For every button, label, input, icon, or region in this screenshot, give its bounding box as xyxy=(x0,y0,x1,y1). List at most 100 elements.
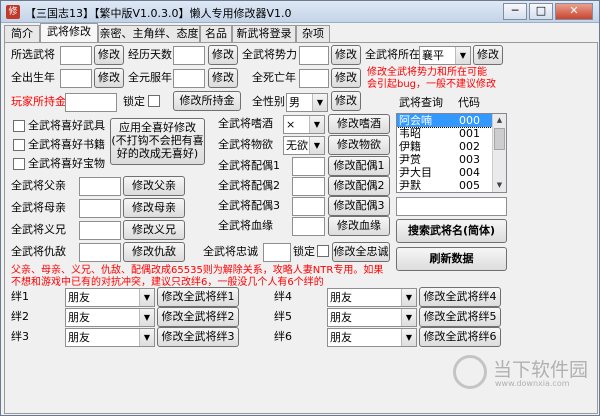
all-gender-label: 全性别 xyxy=(252,95,285,108)
modify-money-button[interactable]: 修改所持金 xyxy=(173,91,241,111)
all-location-select[interactable]: 襄平 ▼ xyxy=(419,46,471,65)
tab-new-general[interactable]: 新武将登录 xyxy=(232,25,296,43)
maximize-button[interactable]: □ xyxy=(529,3,553,20)
bond1-select[interactable]: 朋友 ▼ xyxy=(65,288,155,307)
coming-of-age-modify-button[interactable]: 修改 xyxy=(208,68,238,88)
loyalty-lock-checkbox[interactable] xyxy=(317,245,329,257)
bond4-select[interactable]: 朋友 ▼ xyxy=(327,288,417,307)
modify-bond5-button[interactable]: 修改全武将绊5 xyxy=(419,307,501,327)
modify-sworn-button[interactable]: 修改义兄 xyxy=(123,220,185,240)
modify-father-button[interactable]: 修改父亲 xyxy=(123,176,185,196)
sworn-input[interactable] xyxy=(79,221,121,240)
list-item[interactable]: 尹大目 004 xyxy=(397,166,506,179)
list-item-code: 001 xyxy=(459,127,480,140)
modify-desire-button[interactable]: 修改物欲 xyxy=(328,135,390,155)
tab-general-edit[interactable]: 武将修改 xyxy=(40,23,98,43)
death-year-modify-button[interactable]: 修改 xyxy=(331,68,361,88)
tab-treasures[interactable]: 名品 xyxy=(200,25,232,43)
selected-general-input[interactable] xyxy=(60,46,92,65)
chevron-down-icon: ▼ xyxy=(309,137,324,154)
force-warning-line-1: 修改全武将势力和所在可能 xyxy=(367,67,487,78)
mother-input[interactable] xyxy=(79,199,121,218)
mother-label: 全武将母亲 xyxy=(11,201,66,214)
player-money-input[interactable] xyxy=(65,93,117,112)
window-title: 【三国志13】【繁中版V1.0.3.0】懒人专用修改器V1.0 xyxy=(25,7,292,20)
modify-bond4-button[interactable]: 修改全武将绊4 xyxy=(419,287,501,307)
scroll-up-icon[interactable]: ▲ xyxy=(493,114,506,127)
modify-bond2-button[interactable]: 修改全武将绊2 xyxy=(157,307,239,327)
bond5-select[interactable]: 朋友 ▼ xyxy=(327,308,417,327)
bond2-select[interactable]: 朋友 ▼ xyxy=(65,308,155,327)
modify-spouse3-button[interactable]: 修改配偶3 xyxy=(328,196,390,216)
bond3-select[interactable]: 朋友 ▼ xyxy=(65,328,155,347)
hobby-book-checkbox[interactable] xyxy=(13,139,25,151)
list-item[interactable]: 尹赏 003 xyxy=(397,153,506,166)
list-scrollbar[interactable]: ▲ ▼ xyxy=(492,114,506,192)
player-money-lock-checkbox[interactable] xyxy=(148,95,160,107)
addiction-select[interactable]: × ▼ xyxy=(283,115,325,134)
lookup-name-header: 武将查询 xyxy=(399,96,443,109)
modify-enemy-button[interactable]: 修改仇敌 xyxy=(123,242,185,262)
close-button[interactable]: ✕ xyxy=(555,3,593,20)
search-general-button[interactable]: 搜索武将名(简体) xyxy=(396,219,507,243)
loyalty-input[interactable] xyxy=(263,243,291,262)
tab-misc[interactable]: 杂项 xyxy=(296,25,330,43)
refresh-data-button[interactable]: 刷新数据 xyxy=(396,247,507,271)
all-gender-modify-button[interactable]: 修改 xyxy=(331,91,361,111)
hobby-treasure-checkbox[interactable] xyxy=(13,158,25,170)
spouse1-input[interactable] xyxy=(292,157,325,176)
list-item-name: 尹大目 xyxy=(399,166,432,179)
scroll-thumb[interactable] xyxy=(494,128,505,150)
enemy-input[interactable] xyxy=(79,243,121,262)
spouse3-label: 全武将配偶3 xyxy=(218,199,280,212)
hobby-weapon-checkbox[interactable] xyxy=(13,120,25,132)
modify-bond6-button[interactable]: 修改全武将绊6 xyxy=(419,327,501,347)
list-item[interactable]: 阿会喃 000 xyxy=(397,114,506,128)
list-item-name: 尹赏 xyxy=(399,153,421,166)
main-window: 修 【三国志13】【繁中版V1.0.3.0】懒人专用修改器V1.0 ─ □ ✕ … xyxy=(0,0,600,416)
modify-spouse1-button[interactable]: 修改配偶1 xyxy=(328,156,390,176)
death-year-input[interactable] xyxy=(299,69,329,88)
all-location-modify-button[interactable]: 修改 xyxy=(473,45,503,65)
chevron-down-icon: ▼ xyxy=(401,289,416,306)
modify-mother-button[interactable]: 修改母亲 xyxy=(123,198,185,218)
tab-intro[interactable]: 简介 xyxy=(4,25,40,43)
modify-bond1-button[interactable]: 修改全武将绊1 xyxy=(157,287,239,307)
list-item-code: 002 xyxy=(459,140,480,153)
modify-spouse2-button[interactable]: 修改配偶2 xyxy=(328,176,390,196)
bloodline-input[interactable] xyxy=(292,217,325,236)
tab-intimacy[interactable]: 亲密、主角绊、态度 xyxy=(98,25,200,43)
general-lookup-list[interactable]: 阿会喃 000 韦昭 001 伊籍 002 尹赏 003 尹大目 004 尹默 005 ▲ … xyxy=(396,113,507,193)
list-item[interactable]: 韦昭 001 xyxy=(397,127,506,140)
modify-bond3-button[interactable]: 修改全武将绊3 xyxy=(157,327,239,347)
father-input[interactable] xyxy=(79,177,121,196)
bond6-select[interactable]: 朋友 ▼ xyxy=(327,328,417,347)
bond3-label: 绊3 xyxy=(11,330,29,343)
modify-bloodline-button[interactable]: 修改血缘 xyxy=(328,216,390,236)
spouse1-label: 全武将配偶1 xyxy=(218,159,280,172)
list-item[interactable]: 伊籍 002 xyxy=(397,140,506,153)
father-label: 全武将父亲 xyxy=(11,179,66,192)
all-force-input[interactable] xyxy=(299,46,329,65)
experience-days-input[interactable] xyxy=(173,46,205,65)
all-force-modify-button[interactable]: 修改 xyxy=(331,45,361,65)
scroll-down-icon[interactable]: ▼ xyxy=(493,179,506,192)
minimize-button[interactable]: ─ xyxy=(503,3,527,20)
apply-hobby-button[interactable]: 应用全喜好修改 (不打钩不会把有喜好的改成无喜好) xyxy=(110,118,205,165)
selected-general-modify-button[interactable]: 修改 xyxy=(94,45,124,65)
chevron-down-icon: ▼ xyxy=(139,329,154,346)
desire-label: 全武将物欲 xyxy=(218,138,273,151)
lookup-search-input[interactable] xyxy=(396,197,507,216)
all-gender-select[interactable]: 男 ▼ xyxy=(286,93,328,112)
birth-year-modify-button[interactable]: 修改 xyxy=(94,68,124,88)
experience-days-modify-button[interactable]: 修改 xyxy=(208,45,238,65)
modify-loyalty-button[interactable]: 修改全忠诚 xyxy=(332,242,390,262)
list-item[interactable]: 尹默 005 xyxy=(397,179,506,192)
modify-addiction-button[interactable]: 修改嗜酒 xyxy=(328,114,390,134)
hobby-treasure-label: 全武将喜好宝物 xyxy=(28,157,105,170)
desire-select[interactable]: 无欲 ▼ xyxy=(283,136,325,155)
spouse3-input[interactable] xyxy=(292,197,325,216)
coming-of-age-input[interactable] xyxy=(173,69,205,88)
spouse2-input[interactable] xyxy=(292,177,325,196)
birth-year-input[interactable] xyxy=(60,69,92,88)
